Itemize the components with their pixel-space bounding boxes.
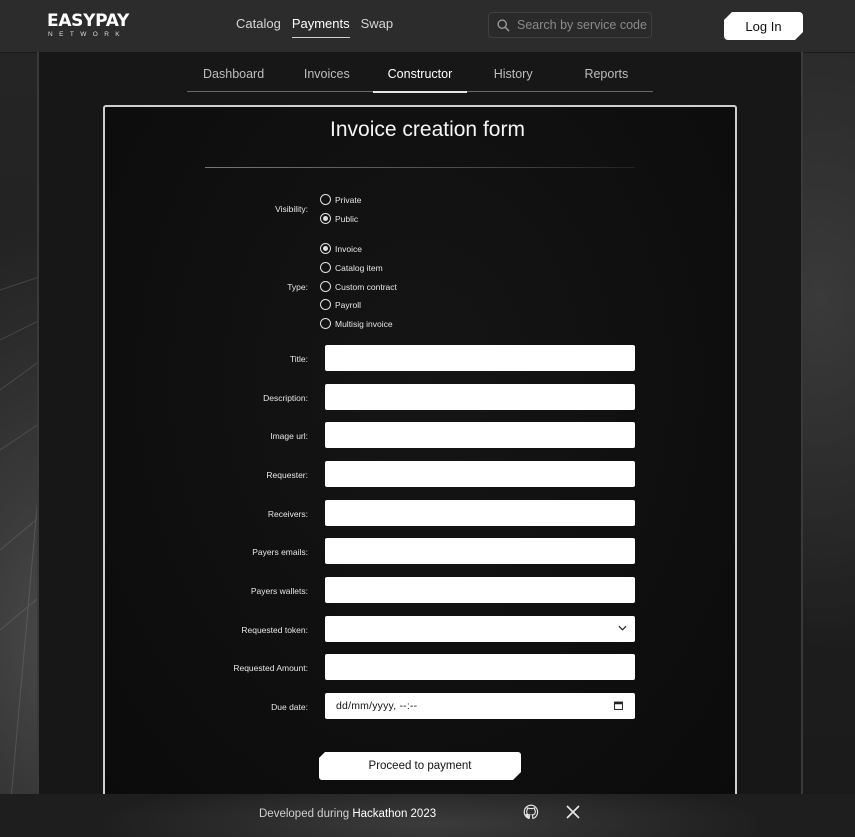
requested-amount-field-label: Requested Amount: <box>233 663 308 673</box>
radio-invoice-circle[interactable] <box>320 243 331 254</box>
search-icon <box>497 19 510 32</box>
radio-invoice-label: Invoice <box>335 243 362 254</box>
radio-catalog-item-label: Catalog item <box>335 262 383 273</box>
logo-tagline: NETWORK <box>48 31 127 38</box>
visibility-label: Visibility: <box>275 204 308 214</box>
nav-payments[interactable]: Payments <box>291 16 350 38</box>
radio-catalog-item-circle[interactable] <box>320 262 331 273</box>
footer: Developed during Hackathon 2023 <box>0 794 855 837</box>
radio-custom-contract-circle[interactable] <box>320 281 331 292</box>
payers-wallets-field-label: Payers wallets: <box>250 586 308 596</box>
login-button[interactable]: Log In <box>724 12 803 40</box>
invoice-form-card <box>103 105 737 794</box>
github-icon[interactable] <box>523 804 539 820</box>
radio-private[interactable]: Private <box>320 194 361 205</box>
payers-wallets-input[interactable] <box>325 577 635 603</box>
tab-constructor[interactable]: Constructor <box>373 64 467 93</box>
search-input[interactable] <box>517 16 647 34</box>
calendar-icon[interactable] <box>614 701 623 710</box>
description-field-label: Description: <box>263 393 308 403</box>
due-date-field-label: Due date: <box>271 702 308 712</box>
radio-multisig-invoice-circle[interactable] <box>320 318 331 329</box>
title-field-label: Title: <box>289 354 308 364</box>
requested-token-select[interactable] <box>325 616 635 642</box>
easypay-logo[interactable]: EASYPAY NETWORK <box>47 11 129 39</box>
requester-field-label: Requester: <box>266 470 308 480</box>
radio-multisig-invoice[interactable]: Multisig invoice <box>320 318 393 329</box>
section-tabs: Dashboard Invoices Constructor History R… <box>187 64 653 93</box>
chevron-down-icon <box>618 625 627 631</box>
radio-multisig-invoice-label: Multisig invoice <box>335 318 393 329</box>
payers-emails-field-label: Payers emails: <box>252 547 308 557</box>
radio-payroll-label: Payroll <box>335 299 361 310</box>
nav-swap[interactable]: Swap <box>361 16 394 38</box>
image-url-input[interactable] <box>325 422 635 448</box>
radio-payroll-circle[interactable] <box>320 299 331 310</box>
radio-payroll[interactable]: Payroll <box>320 299 361 310</box>
radio-custom-contract-label: Custom contract <box>335 281 397 292</box>
type-label: Type: <box>287 282 308 292</box>
logo-name: EASYPAY <box>47 11 129 31</box>
payers-emails-input[interactable] <box>325 538 635 564</box>
description-input[interactable] <box>325 384 635 410</box>
radio-private-circle[interactable] <box>320 194 331 205</box>
due-date-placeholder: dd/mm/yyyy, --:-- <box>336 700 418 712</box>
tab-history[interactable]: History <box>467 64 560 91</box>
radio-invoice[interactable]: Invoice <box>320 243 362 254</box>
top-nav: Catalog Payments Swap <box>236 16 393 38</box>
requested-token-field-label: Requested token: <box>241 625 308 635</box>
title-input[interactable] <box>325 345 635 371</box>
radio-public[interactable]: Public <box>320 213 358 224</box>
requested-amount-input[interactable] <box>325 654 635 680</box>
proceed-to-payment-button[interactable]: Proceed to payment <box>319 752 521 780</box>
footer-text: Developed during <box>259 808 350 820</box>
receivers-input[interactable] <box>325 500 635 526</box>
image-url-field-label: Image url: <box>270 431 308 441</box>
x-icon[interactable] <box>566 805 580 819</box>
radio-catalog-item[interactable]: Catalog item <box>320 262 383 273</box>
tab-reports[interactable]: Reports <box>560 64 653 91</box>
radio-private-label: Private <box>335 194 362 205</box>
footer-credit: Developed during Hackathon 2023 <box>259 808 436 820</box>
search-box[interactable] <box>488 12 652 38</box>
tab-dashboard[interactable]: Dashboard <box>187 64 280 91</box>
requester-input[interactable] <box>325 461 635 487</box>
title-divider <box>205 167 635 168</box>
form-title: Invoice creation form <box>330 118 525 141</box>
top-header: EASYPAY NETWORK Catalog Payments Swap Lo… <box>0 0 855 52</box>
radio-public-label: Public <box>335 213 359 224</box>
footer-hackathon: Hackathon 2023 <box>352 808 437 820</box>
radio-public-circle[interactable] <box>320 213 331 224</box>
radio-custom-contract[interactable]: Custom contract <box>320 281 397 292</box>
receivers-field-label: Receivers: <box>267 509 308 519</box>
nav-catalog[interactable]: Catalog <box>236 16 281 38</box>
due-date-input[interactable]: dd/mm/yyyy, --:-- <box>325 693 635 719</box>
tab-invoices[interactable]: Invoices <box>280 64 373 91</box>
